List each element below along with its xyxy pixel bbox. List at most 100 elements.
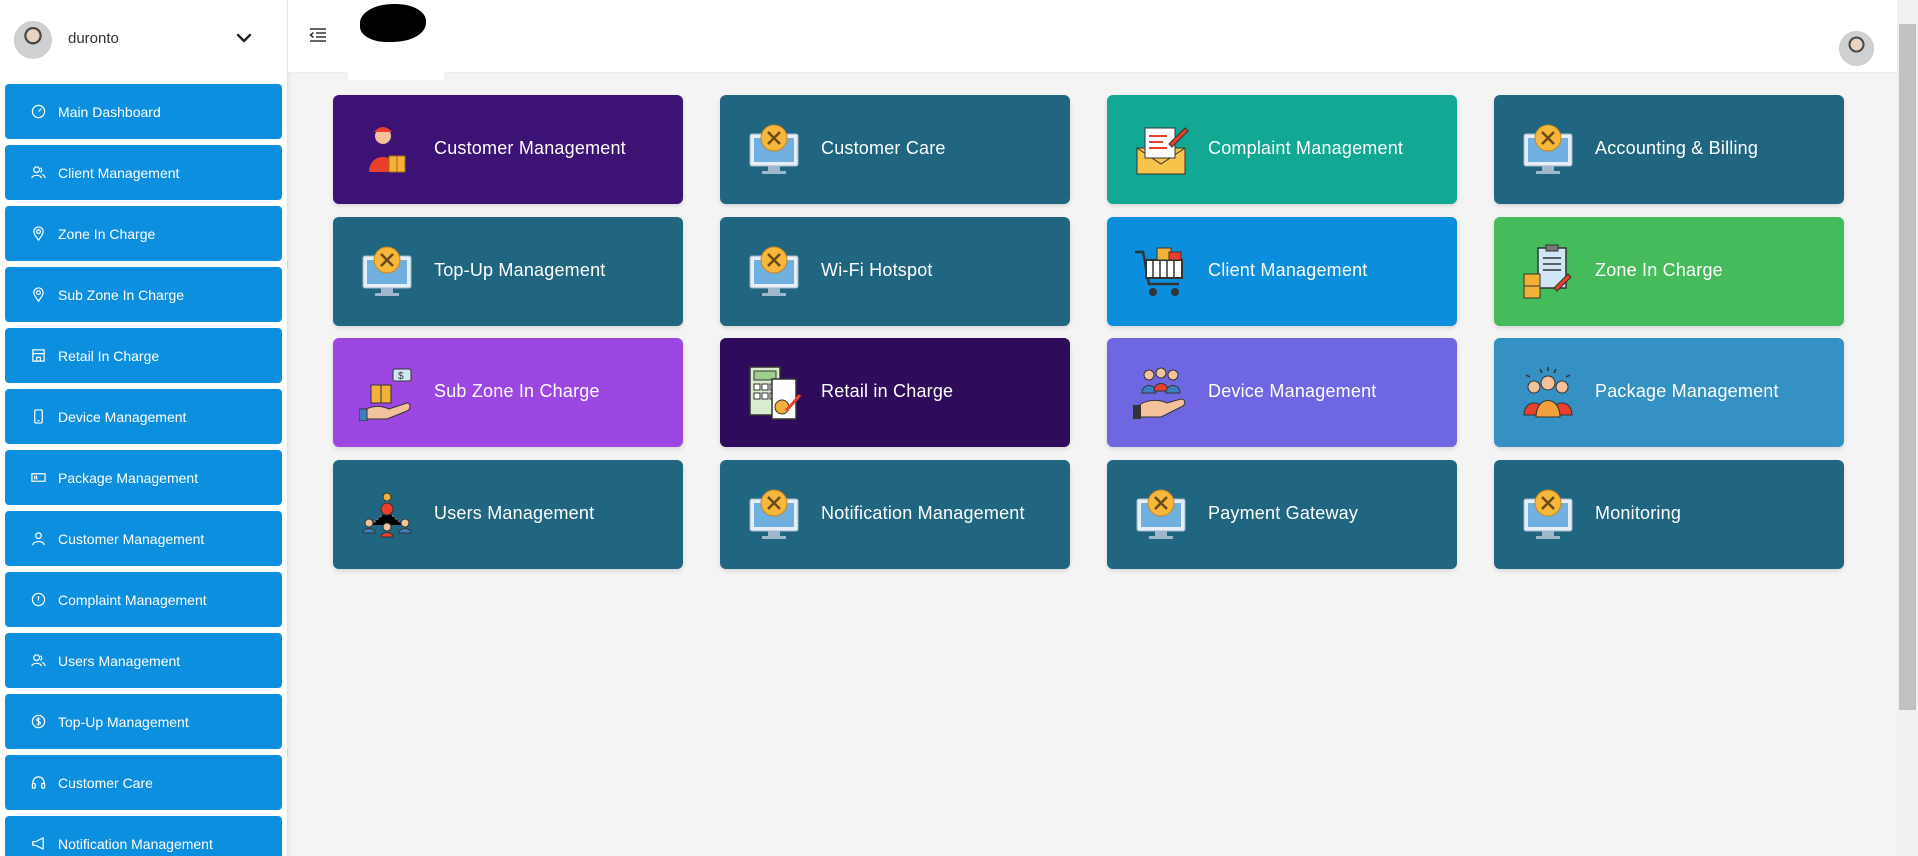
card-label: Wi-Fi Hotspot: [821, 260, 933, 280]
delivery-person-icon: [369, 127, 406, 173]
card-label: Sub Zone In Charge: [434, 381, 600, 401]
sidebar-item-label: Users Management: [58, 653, 181, 669]
card-label: Complaint Management: [1208, 138, 1404, 158]
sidebar: duronto Main Dashboard Client Management…: [0, 0, 288, 856]
card-accounting-billing[interactable]: Accounting & Billing: [1494, 95, 1844, 204]
sidebar-item-sub-zone-in-charge[interactable]: Sub Zone In Charge: [5, 267, 282, 322]
card-label: Monitoring: [1595, 503, 1682, 523]
card-sub-zone-in-charge[interactable]: $ Sub Zone In Charge: [333, 338, 683, 447]
location-pin-icon: [33, 287, 44, 302]
headset-icon: [31, 776, 46, 789]
card-label: Users Management: [434, 503, 595, 523]
card-monitoring[interactable]: Monitoring: [1494, 460, 1844, 569]
chevron-down-icon[interactable]: [234, 28, 254, 48]
monitor-tools-icon: [749, 489, 799, 539]
sidebar-item-label: Package Management: [58, 470, 199, 486]
card-label: Customer Management: [434, 138, 626, 158]
monitor-tools-icon: [1136, 489, 1186, 539]
menu-toggle-icon[interactable]: [309, 27, 327, 43]
card-label: Customer Care: [821, 138, 946, 158]
sidebar-item-label: Retail In Charge: [58, 348, 160, 364]
sidebar-item-label: Top-Up Management: [58, 714, 189, 730]
card-customer-management[interactable]: Customer Management: [333, 95, 683, 204]
card-label: Package Management: [1595, 381, 1779, 401]
hand-package-icon: $: [359, 368, 412, 421]
card-label: Zone In Charge: [1595, 260, 1723, 280]
info-circle-icon: [31, 592, 46, 607]
card-zone-in-charge[interactable]: Zone In Charge: [1494, 217, 1844, 326]
mobile-device-icon: [34, 409, 43, 424]
sidebar-item-main-dashboard[interactable]: Main Dashboard: [5, 84, 282, 139]
card-top-up-management[interactable]: Top-Up Management: [333, 217, 683, 326]
sidebar-item-users-management[interactable]: Users Management: [5, 633, 282, 688]
sidebar-item-label: Zone In Charge: [58, 226, 156, 242]
card-label: Notification Management: [821, 503, 1025, 523]
team-hand-icon: [1133, 367, 1186, 419]
sidebar-item-zone-in-charge[interactable]: Zone In Charge: [5, 206, 282, 261]
logo: [360, 4, 426, 42]
card-retail-in-charge[interactable]: Retail in Charge: [720, 338, 1070, 447]
store-icon: [32, 349, 45, 362]
clipboard-boxes-icon: [1523, 244, 1572, 299]
card-notification-management[interactable]: Notification Management: [720, 460, 1070, 569]
sidebar-item-notification-management[interactable]: Notification Management: [5, 816, 282, 856]
dashboard-icon: [31, 104, 46, 119]
sidebar-item-label: Sub Zone In Charge: [58, 287, 185, 303]
network-users-icon: [362, 492, 412, 538]
card-customer-care[interactable]: Customer Care: [720, 95, 1070, 204]
sidebar-item-label: Main Dashboard: [58, 104, 161, 120]
sidebar-item-retail-in-charge[interactable]: Retail In Charge: [5, 328, 282, 383]
card-label: Accounting & Billing: [1595, 138, 1759, 158]
user-menu[interactable]: duronto: [0, 0, 287, 78]
megaphone-icon: [32, 837, 44, 850]
sidebar-item-label: Complaint Management: [58, 592, 207, 608]
dollar-circle-icon: [31, 714, 46, 729]
sidebar-item-customer-management[interactable]: Customer Management: [5, 511, 282, 566]
sidebar-item-top-up-management[interactable]: Top-Up Management: [5, 694, 282, 749]
sidebar-item-label: Device Management: [58, 409, 187, 425]
package-icon: [31, 473, 46, 482]
scrollbar[interactable]: [1897, 0, 1918, 856]
user-name: duronto: [68, 30, 119, 47]
sidebar-item-label: Client Management: [58, 165, 180, 181]
monitor-tools-icon: [362, 246, 412, 296]
users-icon: [31, 166, 46, 179]
user-icon: [32, 532, 45, 546]
monitor-tools-icon: [749, 124, 799, 174]
card-label: Retail in Charge: [821, 381, 954, 401]
sidebar-item-label: Notification Management: [58, 836, 213, 852]
card-wi-fi-hotspot[interactable]: Wi-Fi Hotspot: [720, 217, 1070, 326]
card-label: Top-Up Management: [434, 260, 606, 280]
card-label: Payment Gateway: [1208, 503, 1359, 523]
top-bar: [288, 0, 1897, 73]
sidebar-item-label: Customer Care: [58, 775, 153, 791]
svg-text:$: $: [398, 371, 404, 382]
card-users-management[interactable]: Users Management: [333, 460, 683, 569]
avatar[interactable]: [14, 21, 52, 59]
card-package-management[interactable]: Package Management: [1494, 338, 1844, 447]
card-device-management[interactable]: Device Management: [1107, 338, 1457, 447]
card-complaint-management[interactable]: Complaint Management: [1107, 95, 1457, 204]
location-pin-icon: [33, 226, 44, 241]
monitor-tools-icon: [749, 246, 799, 296]
sidebar-item-label: Customer Management: [58, 531, 205, 547]
card-payment-gateway[interactable]: Payment Gateway: [1107, 460, 1457, 569]
users-icon: [31, 654, 46, 667]
card-label: Device Management: [1208, 381, 1377, 401]
calculator-invoice-icon: [749, 366, 802, 420]
sidebar-item-complaint-management[interactable]: Complaint Management: [5, 572, 282, 627]
card-label: Client Management: [1208, 260, 1368, 280]
shopping-cart-icon: [1135, 247, 1183, 296]
monitor-tools-icon: [1523, 489, 1573, 539]
logo-underline: [348, 72, 444, 80]
sidebar-item-customer-care[interactable]: Customer Care: [5, 755, 282, 810]
sidebar-item-device-management[interactable]: Device Management: [5, 389, 282, 444]
monitor-tools-icon: [1523, 124, 1573, 174]
avatar[interactable]: [1839, 31, 1874, 66]
card-client-management[interactable]: Client Management: [1107, 217, 1457, 326]
sidebar-item-client-management[interactable]: Client Management: [5, 145, 282, 200]
group-people-icon: [1523, 367, 1573, 418]
scrollbar-thumb[interactable]: [1899, 24, 1916, 710]
sidebar-item-package-management[interactable]: Package Management: [5, 450, 282, 505]
envelope-pencil-icon: [1136, 127, 1189, 175]
